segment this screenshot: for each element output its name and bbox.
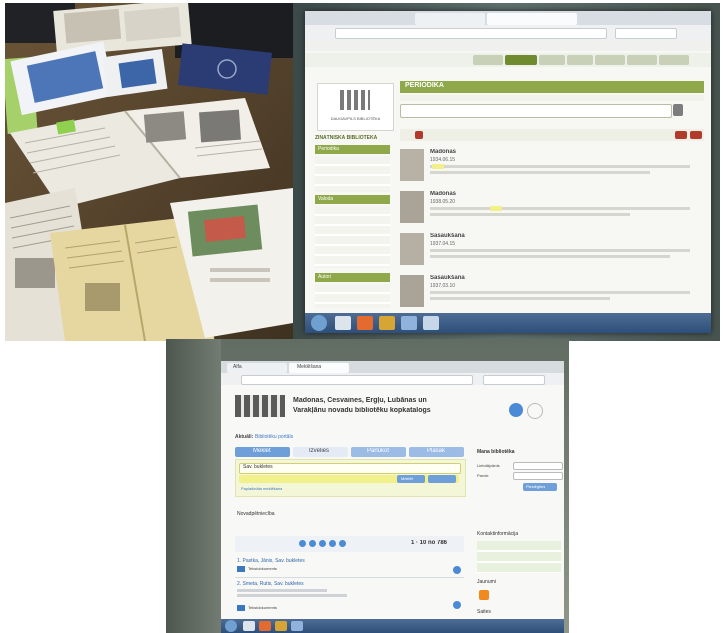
rss-icon: [479, 590, 489, 600]
result-item: Sasaukšana 1937.03.10: [400, 275, 704, 313]
password-field: [513, 472, 563, 480]
password-label: Parole: [477, 473, 489, 478]
search-icon: [673, 104, 683, 116]
nav-tab-periodika: [505, 55, 537, 65]
news-link: Bibliotēku portāls: [255, 434, 294, 440]
projected-catalogue-screen-photo: Alfa Meklēšana Madonas, Cesvaines, Ērgļu…: [166, 339, 569, 633]
library-logo: DAUGAVPILS BIBLIOTĒKA: [317, 83, 394, 131]
start-button-icon: [225, 620, 237, 632]
windows-taskbar: [221, 619, 564, 633]
page-4-button: [329, 540, 336, 547]
library-title-line2: Varakļānu novadu bibliotēku kopkatalogs: [293, 407, 431, 414]
printed-materials-scene: [5, 3, 293, 341]
printed-materials-photo: [5, 3, 293, 341]
result-date: 1937.04.15: [430, 241, 456, 247]
periodicals-search-input: [400, 104, 672, 118]
tab-label: Izvēlies: [309, 448, 330, 454]
result-item: Madonas 1934.06.15: [400, 149, 704, 187]
search-value: Sav. bukletes: [243, 464, 273, 470]
result-type: Tekstdokuments: [248, 566, 277, 571]
page-3-button: [319, 540, 326, 547]
book-icon: [237, 566, 245, 572]
book-icon: [237, 605, 245, 611]
start-button-icon: [311, 315, 327, 331]
search-button-label: Meklēt: [401, 476, 413, 481]
result-date: 1937.03.10: [430, 283, 456, 289]
login-title: Mana bibliotēka: [477, 449, 515, 455]
tab-label: Pārlūkot: [367, 448, 390, 454]
result-title: 2. Smeta, Rutis, Sav. bukletes: [237, 581, 304, 587]
sidebar-title: ZINĀTNISKĀ BIBLIOTĒKA: [315, 135, 378, 141]
library-title-line1: Madonas, Cesvaines, Ērgļu, Lubānas un: [293, 397, 427, 404]
sidebar-item-periodika: Periodika: [318, 146, 339, 152]
news-title: Jaunumi: [477, 579, 496, 585]
url-bar: [241, 375, 473, 385]
result-title: Madonas: [430, 191, 457, 197]
username-field: [513, 462, 563, 470]
browser-tab-1: Alfa: [233, 364, 242, 370]
language-icon: [509, 403, 523, 417]
tab-label: Meklēt: [253, 448, 271, 454]
results-count: 1 · 10 no 786: [411, 540, 448, 546]
result-date: 1938.05.20: [430, 199, 456, 205]
page-5-button: [339, 540, 346, 547]
projected-periodicals-screen-photo: DAUGAVPILS BIBLIOTĒKA PERIODIKA ZINĀTNIS…: [293, 3, 720, 341]
result-type: Tekstdokuments: [248, 605, 277, 610]
projected-browser-window: Alfa Meklēšana Madonas, Cesvaines, Ērgļu…: [221, 361, 564, 633]
result-title: 1. Pastka, Jānis, Sav. bukletes: [237, 558, 305, 564]
result-title: Sasaukšana: [430, 233, 465, 239]
page-1-button: [299, 540, 306, 547]
username-label: Lietotājvārds: [477, 463, 500, 468]
sidebar-item-autori: Autori: [318, 274, 332, 280]
result-item: Sasaukšana 1937.04.15: [400, 233, 704, 271]
library-logo-text: DAUGAVPILS BIBLIOTĒKA: [330, 116, 381, 121]
news-label: Aktuāli:: [235, 434, 254, 440]
result-date: 1934.06.15: [430, 157, 456, 163]
filter-label: Novadpētniecība: [237, 511, 275, 517]
section-title: PERIODIKA: [405, 82, 444, 89]
other-links-title: Saites: [477, 609, 491, 615]
url-bar: [335, 28, 607, 39]
contacts-title: Kontaktinformācija: [477, 531, 519, 537]
tab-label: Plašāk: [427, 448, 446, 454]
page-2-button: [309, 540, 316, 547]
result-title: Sasaukšana: [430, 275, 465, 281]
result-item: Madonas 1938.05.20: [400, 191, 704, 229]
catalogue-logo: [235, 395, 285, 417]
login-button-label: Pieslēgties: [526, 484, 546, 489]
sidebar-item-valoda: Valoda: [318, 196, 334, 202]
result-title: Madonas: [430, 149, 457, 155]
advanced-search-link: Paplašināta meklēšana: [241, 486, 283, 491]
browser-tab-2: Meklēšana: [297, 364, 322, 370]
projected-browser-window: DAUGAVPILS BIBLIOTĒKA PERIODIKA ZINĀTNIS…: [305, 11, 711, 333]
